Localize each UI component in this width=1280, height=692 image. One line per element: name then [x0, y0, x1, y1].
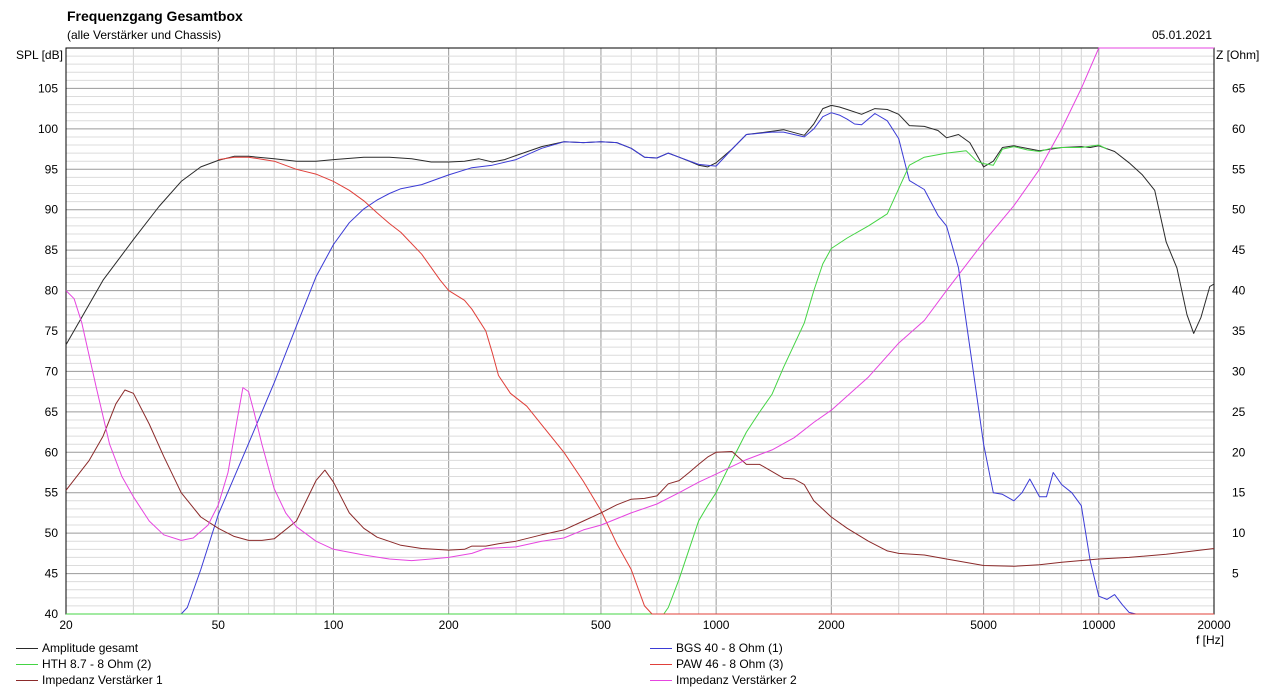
y2-tick-label: 50 — [1232, 203, 1246, 217]
y-tick-label: 50 — [45, 526, 59, 540]
legend-label: BGS 40 - 8 Ohm (1) — [676, 641, 783, 655]
y-tick-label: 90 — [45, 203, 59, 217]
legend-label: PAW 46 - 8 Ohm (3) — [676, 657, 784, 671]
x-tick-label: 20 — [59, 618, 73, 632]
y-tick-label: 95 — [45, 162, 59, 176]
x-tick-label: 50 — [212, 618, 226, 632]
y-tick-label: 55 — [45, 486, 59, 500]
legend-swatch — [16, 664, 38, 665]
y2-tick-label: 65 — [1232, 81, 1246, 95]
y2-tick-label: 60 — [1232, 122, 1246, 136]
x-tick-label: 100 — [323, 618, 343, 632]
legend-swatch — [16, 648, 38, 649]
y-tick-label: 85 — [45, 243, 59, 257]
y2-tick-label: 35 — [1232, 324, 1246, 338]
y2-tick-label: 15 — [1232, 486, 1246, 500]
y-tick-label: 60 — [45, 445, 59, 459]
y-tick-label: 40 — [45, 607, 59, 621]
legend-swatch — [650, 680, 672, 681]
y-tick-label: 105 — [38, 81, 58, 95]
series-line-6 — [65, 47, 1214, 562]
series-line-1 — [65, 104, 1215, 345]
legend-swatch — [650, 648, 672, 649]
y2-tick-label: 5 — [1232, 567, 1239, 581]
y2-tick-label: 40 — [1232, 284, 1246, 298]
x-tick-label: 200 — [439, 618, 459, 632]
y-tick-label: 80 — [45, 284, 59, 298]
legend-label: Impedanz Verstärker 1 — [42, 673, 163, 687]
legend-swatch — [650, 664, 672, 665]
x-tick-label: 500 — [591, 618, 611, 632]
legend-label: Amplitude gesamt — [42, 641, 139, 655]
frequency-response-chart: 20 50 100 200 500 1000 2000 5000 10000 20000 40 45 5… — [38, 47, 1246, 632]
legend-label: Impedanz Verstärker 2 — [676, 673, 797, 687]
y-tick-label: 100 — [38, 122, 58, 136]
legend-label: HTH 8.7 - 8 Ohm (2) — [42, 657, 152, 671]
plot-grid — [66, 48, 1214, 614]
y2-tick-label: 10 — [1232, 526, 1246, 540]
y2-tick-label: 55 — [1232, 162, 1246, 176]
y2-tick-label: 45 — [1232, 243, 1246, 257]
x-tick-label: 5000 — [970, 618, 997, 632]
y2-tick-label: 25 — [1232, 405, 1246, 419]
y-tick-label: 65 — [45, 405, 59, 419]
x-tick-label: 10000 — [1082, 618, 1116, 632]
y2-tick-label: 30 — [1232, 364, 1246, 378]
y-tick-label: 70 — [45, 364, 59, 378]
y-tick-label: 75 — [45, 324, 59, 338]
x-tick-label: 20000 — [1197, 618, 1231, 632]
y-tick-label: 45 — [45, 567, 59, 581]
x-tick-label: 2000 — [818, 618, 845, 632]
x-tick-label: 1000 — [703, 618, 730, 632]
y2-tick-label: 20 — [1232, 445, 1246, 459]
legend-swatch — [16, 680, 38, 681]
